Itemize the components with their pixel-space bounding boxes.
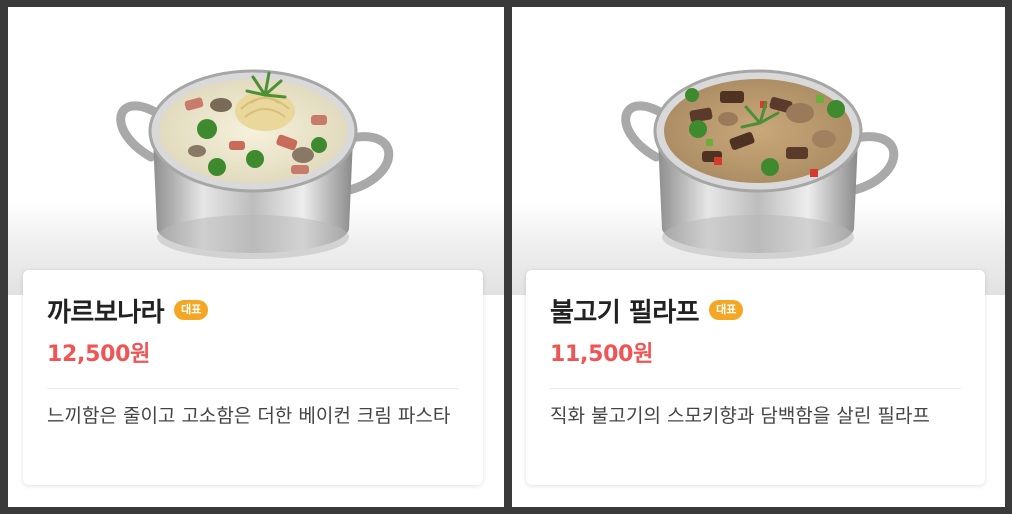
menu-description: 느끼함은 줄이고 고소함은 더한 베이컨 크림 파스타 [47,405,451,427]
menu-item-card[interactable]: 불고기 필라프 대표 11,500원 직화 불고기의 스모키향과 담백함을 살린… [512,7,1005,507]
divider [47,388,459,389]
menu-title: 까르보나라 [47,297,165,328]
menu-title: 불고기 필라프 [550,297,700,328]
title-row: 까르보나라 대표 [47,292,209,328]
menu-item-card[interactable]: 까르보나라 대표 12,500원 느끼함은 줄이고 고소함은 더한 베이컨 크림… [8,7,504,507]
signature-badge: 대표 [174,300,209,320]
title-row: 불고기 필라프 대표 [550,292,744,328]
menu-description: 직화 불고기의 스모키향과 담백함을 살린 필라프 [550,405,930,427]
menu-price: 12,500원 [47,342,151,367]
menu-info-card: 불고기 필라프 대표 11,500원 직화 불고기의 스모키향과 담백함을 살린… [526,270,985,485]
menu-price: 11,500원 [550,342,654,367]
bulgogi-pilaf-pot-image [621,69,899,259]
menu-info-card: 까르보나라 대표 12,500원 느끼함은 줄이고 고소함은 더한 베이컨 크림… [23,270,483,485]
signature-badge: 대표 [709,300,744,320]
divider [550,388,961,389]
carbonara-pot-image [116,69,394,259]
